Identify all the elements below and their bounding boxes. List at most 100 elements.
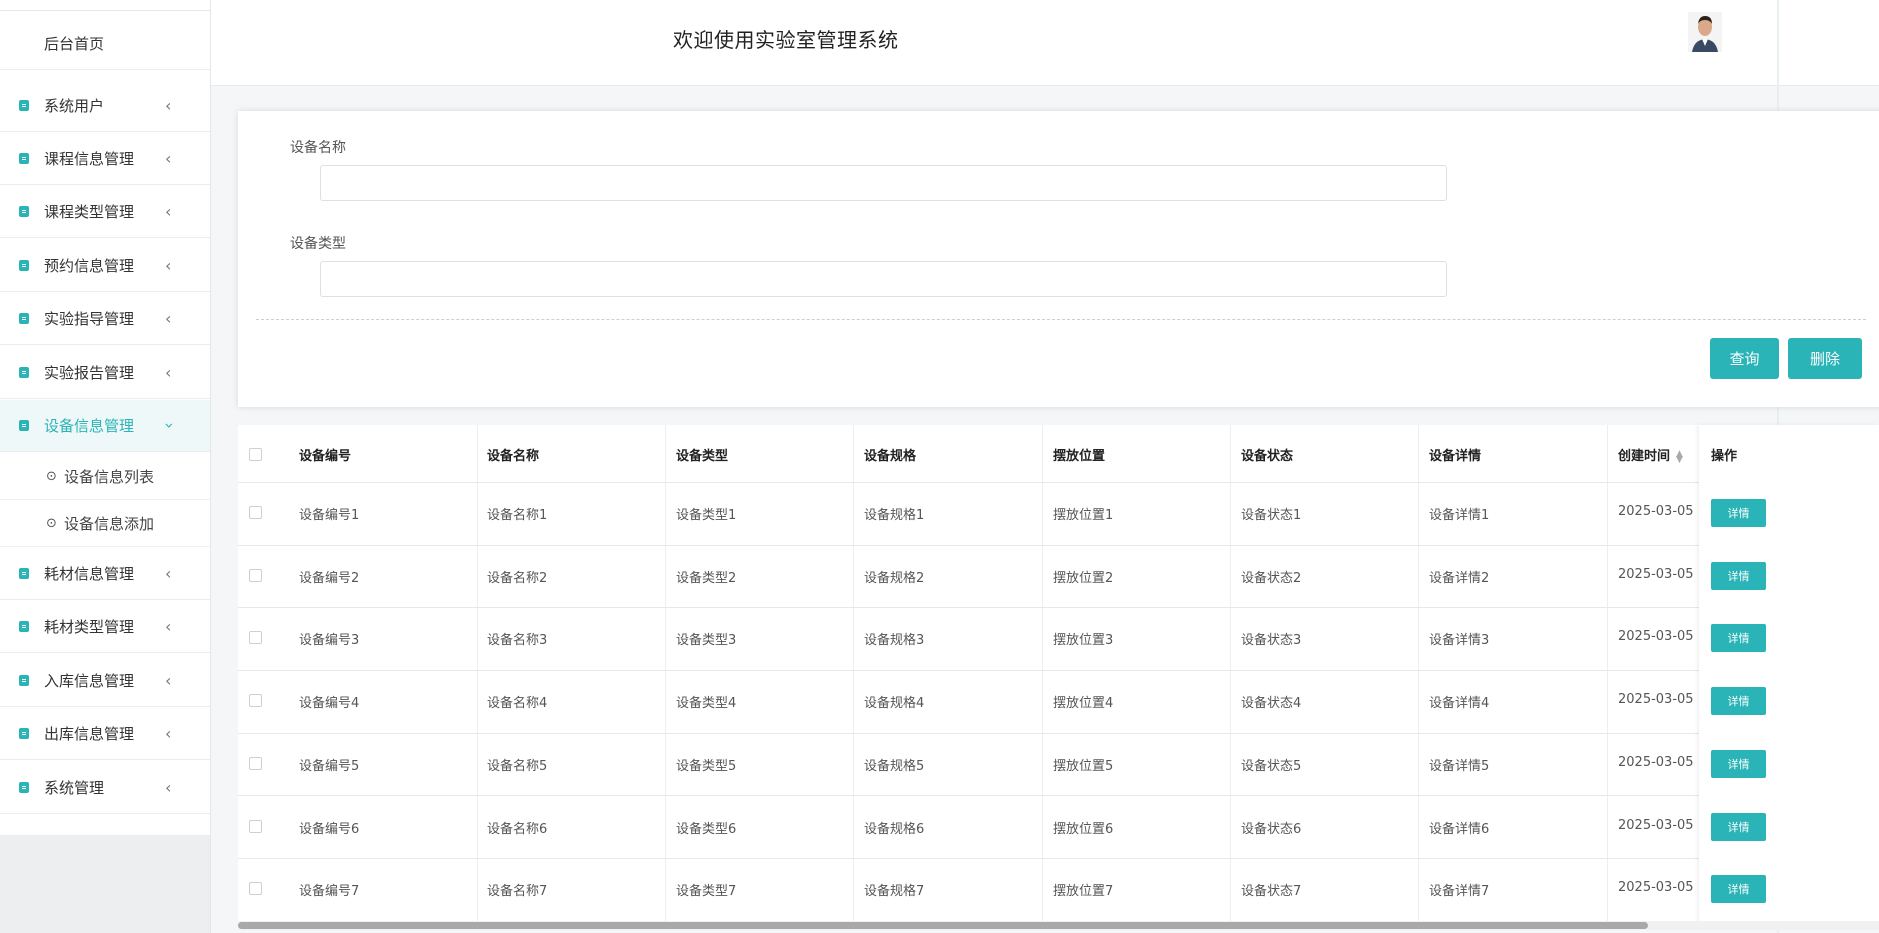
sidebar-item-experiment-report[interactable]: 实验报告管理 ‹	[0, 347, 210, 399]
detail-button[interactable]: 详情	[1711, 687, 1766, 716]
sidebar-item-booking[interactable]: 预约信息管理 ‹	[0, 240, 210, 292]
sidebar-item-stock-in[interactable]: 入库信息管理 ‹	[0, 655, 210, 707]
cell-status: 设备状态4	[1241, 696, 1302, 712]
cell-detail: 设备详情1	[1429, 508, 1490, 523]
chevron-left-icon: ‹	[165, 671, 172, 690]
cell-code: 设备编号7	[299, 884, 360, 900]
cell-detail: 设备详情4	[1429, 696, 1490, 712]
cell-location: 摆放位置5	[1053, 758, 1114, 774]
device-table: 设备编号 设备名称 设备类型 设备规格 摆放位置 设备状态 设备详情 创建时间 ▲…	[238, 425, 1879, 925]
cell-spec: 设备规格6	[864, 821, 925, 837]
sidebar-subitem-device-add[interactable]: ⊙ 设备信息添加	[0, 500, 210, 547]
table-row: 设备编号5 设备名称5 设备类型5 设备规格5 摆放位置5 设备状态5 设备详情5 2025-…	[238, 733, 1879, 797]
cell-status: 设备状态3	[1241, 633, 1302, 649]
sidebar-subitem-label: 设备信息添加	[64, 514, 155, 533]
column-header-detail: 设备详情	[1429, 449, 1482, 464]
cell-detail: 设备详情2	[1429, 570, 1490, 586]
cell-code: 设备编号5	[299, 758, 360, 774]
sidebar-item-label: 后台首页	[44, 35, 105, 53]
chevron-left-icon: ‹	[165, 256, 172, 275]
row-checkbox[interactable]	[249, 882, 262, 896]
row-checkbox[interactable]	[249, 506, 262, 519]
sidebar-item-course-info[interactable]: 课程信息管理 ‹	[0, 133, 210, 185]
sidebar-item-label: 入库信息管理	[44, 672, 135, 690]
sidebar-item-stock-out[interactable]: 出库信息管理 ‹	[0, 708, 210, 760]
column-header-status: 设备状态	[1241, 449, 1294, 464]
document-icon	[19, 420, 29, 431]
column-header-created-label: 创建时间	[1618, 449, 1671, 464]
device-type-input[interactable]	[320, 261, 1447, 297]
sidebar-item-home[interactable]: 后台首页	[0, 18, 210, 70]
cell-name: 设备名称2	[487, 570, 548, 586]
sidebar-item-label: 出库信息管理	[44, 725, 135, 743]
select-all-checkbox[interactable]	[249, 448, 262, 461]
document-icon	[19, 206, 29, 217]
detail-button[interactable]: 详情	[1711, 749, 1766, 778]
cell-status: 设备状态6	[1241, 821, 1302, 837]
form-divider	[256, 319, 1866, 320]
sidebar-item-experiment-guide[interactable]: 实验指导管理 ‹	[0, 293, 210, 345]
document-icon	[19, 153, 29, 164]
chevron-left-icon: ‹	[165, 149, 172, 168]
sidebar-subitem-label: 设备信息列表	[64, 467, 155, 486]
sidebar-empty-area	[0, 835, 210, 933]
cell-location: 摆放位置3	[1053, 633, 1114, 649]
cell-location: 摆放位置7	[1053, 884, 1114, 900]
sidebar-item-label: 系统用户	[44, 97, 105, 115]
cell-name: 设备名称4	[487, 696, 548, 712]
cell-code: 设备编号3	[299, 633, 360, 649]
row-checkbox[interactable]	[249, 819, 262, 833]
delete-button[interactable]: 删除	[1788, 338, 1862, 379]
cell-name: 设备名称6	[487, 821, 548, 837]
sidebar-item-device-info[interactable]: 设备信息管理 ‹	[0, 400, 210, 452]
detail-button[interactable]: 详情	[1711, 499, 1766, 527]
detail-button[interactable]: 详情	[1711, 875, 1766, 904]
detail-button[interactable]: 详情	[1711, 624, 1766, 653]
document-icon	[19, 782, 29, 793]
column-header-name: 设备名称	[487, 449, 540, 464]
sidebar-subitem-device-list[interactable]: ⊙ 设备信息列表	[0, 453, 210, 500]
sort-icon[interactable]: ▲ ▼	[1676, 449, 1683, 464]
cell-type: 设备类型7	[676, 884, 737, 900]
sidebar-item-consumable-info[interactable]: 耗材信息管理 ‹	[0, 548, 210, 600]
row-checkbox[interactable]	[249, 694, 262, 708]
cell-location: 摆放位置4	[1053, 696, 1114, 712]
cell-spec: 设备规格4	[864, 696, 925, 712]
top-header: 欢迎使用实验室管理系统	[211, 0, 1879, 86]
cell-code: 设备编号6	[299, 821, 360, 837]
column-header-location: 摆放位置	[1053, 449, 1106, 464]
sidebar-item-label: 系统管理	[44, 779, 105, 797]
sidebar-item-system-users[interactable]: 系统用户 ‹	[0, 80, 210, 132]
document-icon	[19, 100, 29, 111]
column-header-operation: 操作	[1711, 449, 1738, 464]
column-header-created[interactable]: 创建时间 ▲ ▼	[1618, 445, 1683, 464]
search-panel: 设备名称 设备类型 查询 删除	[238, 111, 1879, 407]
row-checkbox[interactable]	[249, 631, 262, 645]
cell-type: 设备类型5	[676, 758, 737, 774]
cell-detail: 设备详情7	[1429, 884, 1490, 900]
detail-button[interactable]: 详情	[1711, 812, 1766, 841]
sidebar-item-course-type[interactable]: 课程类型管理 ‹	[0, 186, 210, 238]
horizontal-scrollbar-thumb[interactable]	[238, 922, 1648, 929]
cell-status: 设备状态5	[1241, 758, 1302, 774]
cell-type: 设备类型4	[676, 696, 737, 712]
sidebar-item-label: 课程类型管理	[44, 203, 135, 221]
chevron-left-icon: ‹	[165, 363, 172, 382]
chevron-left-icon: ‹	[165, 724, 172, 743]
cell-location: 摆放位置2	[1053, 570, 1114, 586]
cell-detail: 设备详情6	[1429, 821, 1490, 837]
row-checkbox[interactable]	[249, 756, 262, 770]
sidebar-item-system-management[interactable]: 系统管理 ‹	[0, 762, 210, 814]
detail-button[interactable]: 详情	[1711, 561, 1766, 590]
device-name-input[interactable]	[320, 165, 1447, 201]
row-checkbox[interactable]	[249, 568, 262, 582]
sidebar-item-consumable-type[interactable]: 耗材类型管理 ‹	[0, 601, 210, 653]
query-button[interactable]: 查询	[1710, 338, 1779, 379]
chevron-left-icon: ‹	[165, 96, 172, 115]
cell-status: 设备状态2	[1241, 570, 1302, 586]
cell-type: 设备类型6	[676, 821, 737, 837]
user-avatar-icon[interactable]	[1688, 12, 1722, 52]
chevron-left-icon: ‹	[165, 564, 172, 583]
chevron-down-icon: ‹	[158, 422, 178, 429]
cell-name: 设备名称7	[487, 884, 548, 900]
